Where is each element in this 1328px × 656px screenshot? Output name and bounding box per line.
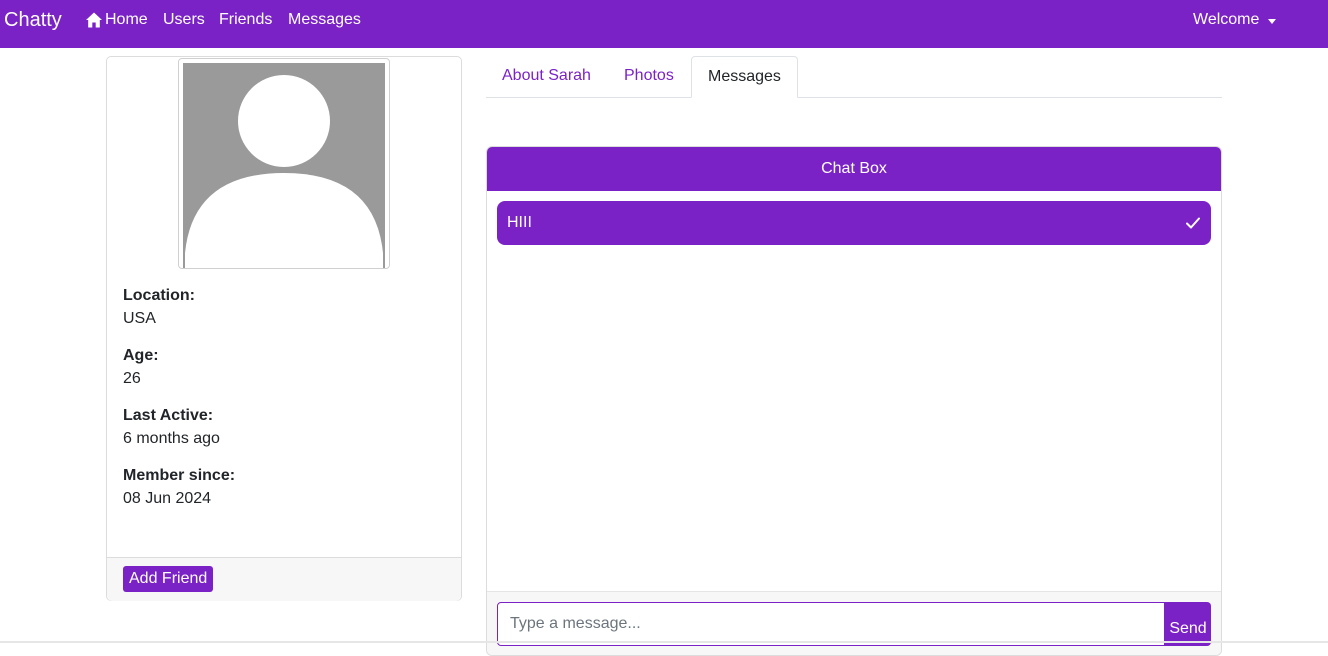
member-since-value: 08 Jun 2024 (123, 490, 212, 507)
chat-header: Chat Box (487, 147, 1221, 191)
send-button[interactable]: Send (1165, 602, 1211, 646)
profile-photo-frame (178, 58, 390, 269)
message-bubble: HIII (497, 201, 1211, 245)
chat-footer: Send (487, 591, 1221, 655)
nav-messages[interactable]: Messages (288, 11, 361, 29)
user-silhouette-icon (183, 63, 385, 268)
member-since-label: Member since: (123, 467, 236, 484)
home-icon (86, 12, 102, 28)
age-value: 26 (123, 370, 141, 387)
tab-about[interactable]: About Sarah (486, 56, 607, 98)
profile-card-footer: Add Friend (107, 557, 461, 601)
welcome-label: Welcome (1193, 11, 1260, 28)
last-active-value: 6 months ago (123, 430, 220, 447)
profile-card: Location: USA Age: 26 Last Active: 6 mon… (106, 56, 462, 601)
add-friend-button[interactable]: Add Friend (123, 566, 214, 592)
brand-logo[interactable]: Chatty (4, 9, 62, 32)
welcome-dropdown[interactable]: Welcome (1193, 11, 1277, 29)
avatar (183, 63, 385, 268)
tab-photos[interactable]: Photos (608, 56, 690, 98)
caret-down-icon (1268, 18, 1277, 24)
age-label: Age: (123, 347, 159, 364)
check-icon (1186, 217, 1200, 229)
location-label: Location: (123, 287, 195, 304)
nav-home-label: Home (105, 11, 148, 28)
tab-messages[interactable]: Messages (691, 56, 798, 98)
location-value: USA (123, 310, 156, 327)
profile-tabs: About Sarah Photos Messages (486, 56, 1222, 98)
last-active-label: Last Active: (123, 407, 214, 424)
chat-box: Chat Box HIII Send (486, 146, 1222, 656)
profile-info: Location: USA Age: 26 Last Active: 6 mon… (123, 287, 235, 527)
navbar: Chatty Home Users Friends Messages Welco… (0, 0, 1328, 48)
nav-friends[interactable]: Friends (219, 11, 272, 29)
message-input[interactable] (497, 602, 1165, 646)
nav-users[interactable]: Users (163, 11, 205, 29)
nav-home[interactable]: Home (85, 11, 148, 29)
message-text: HIII (507, 214, 532, 231)
